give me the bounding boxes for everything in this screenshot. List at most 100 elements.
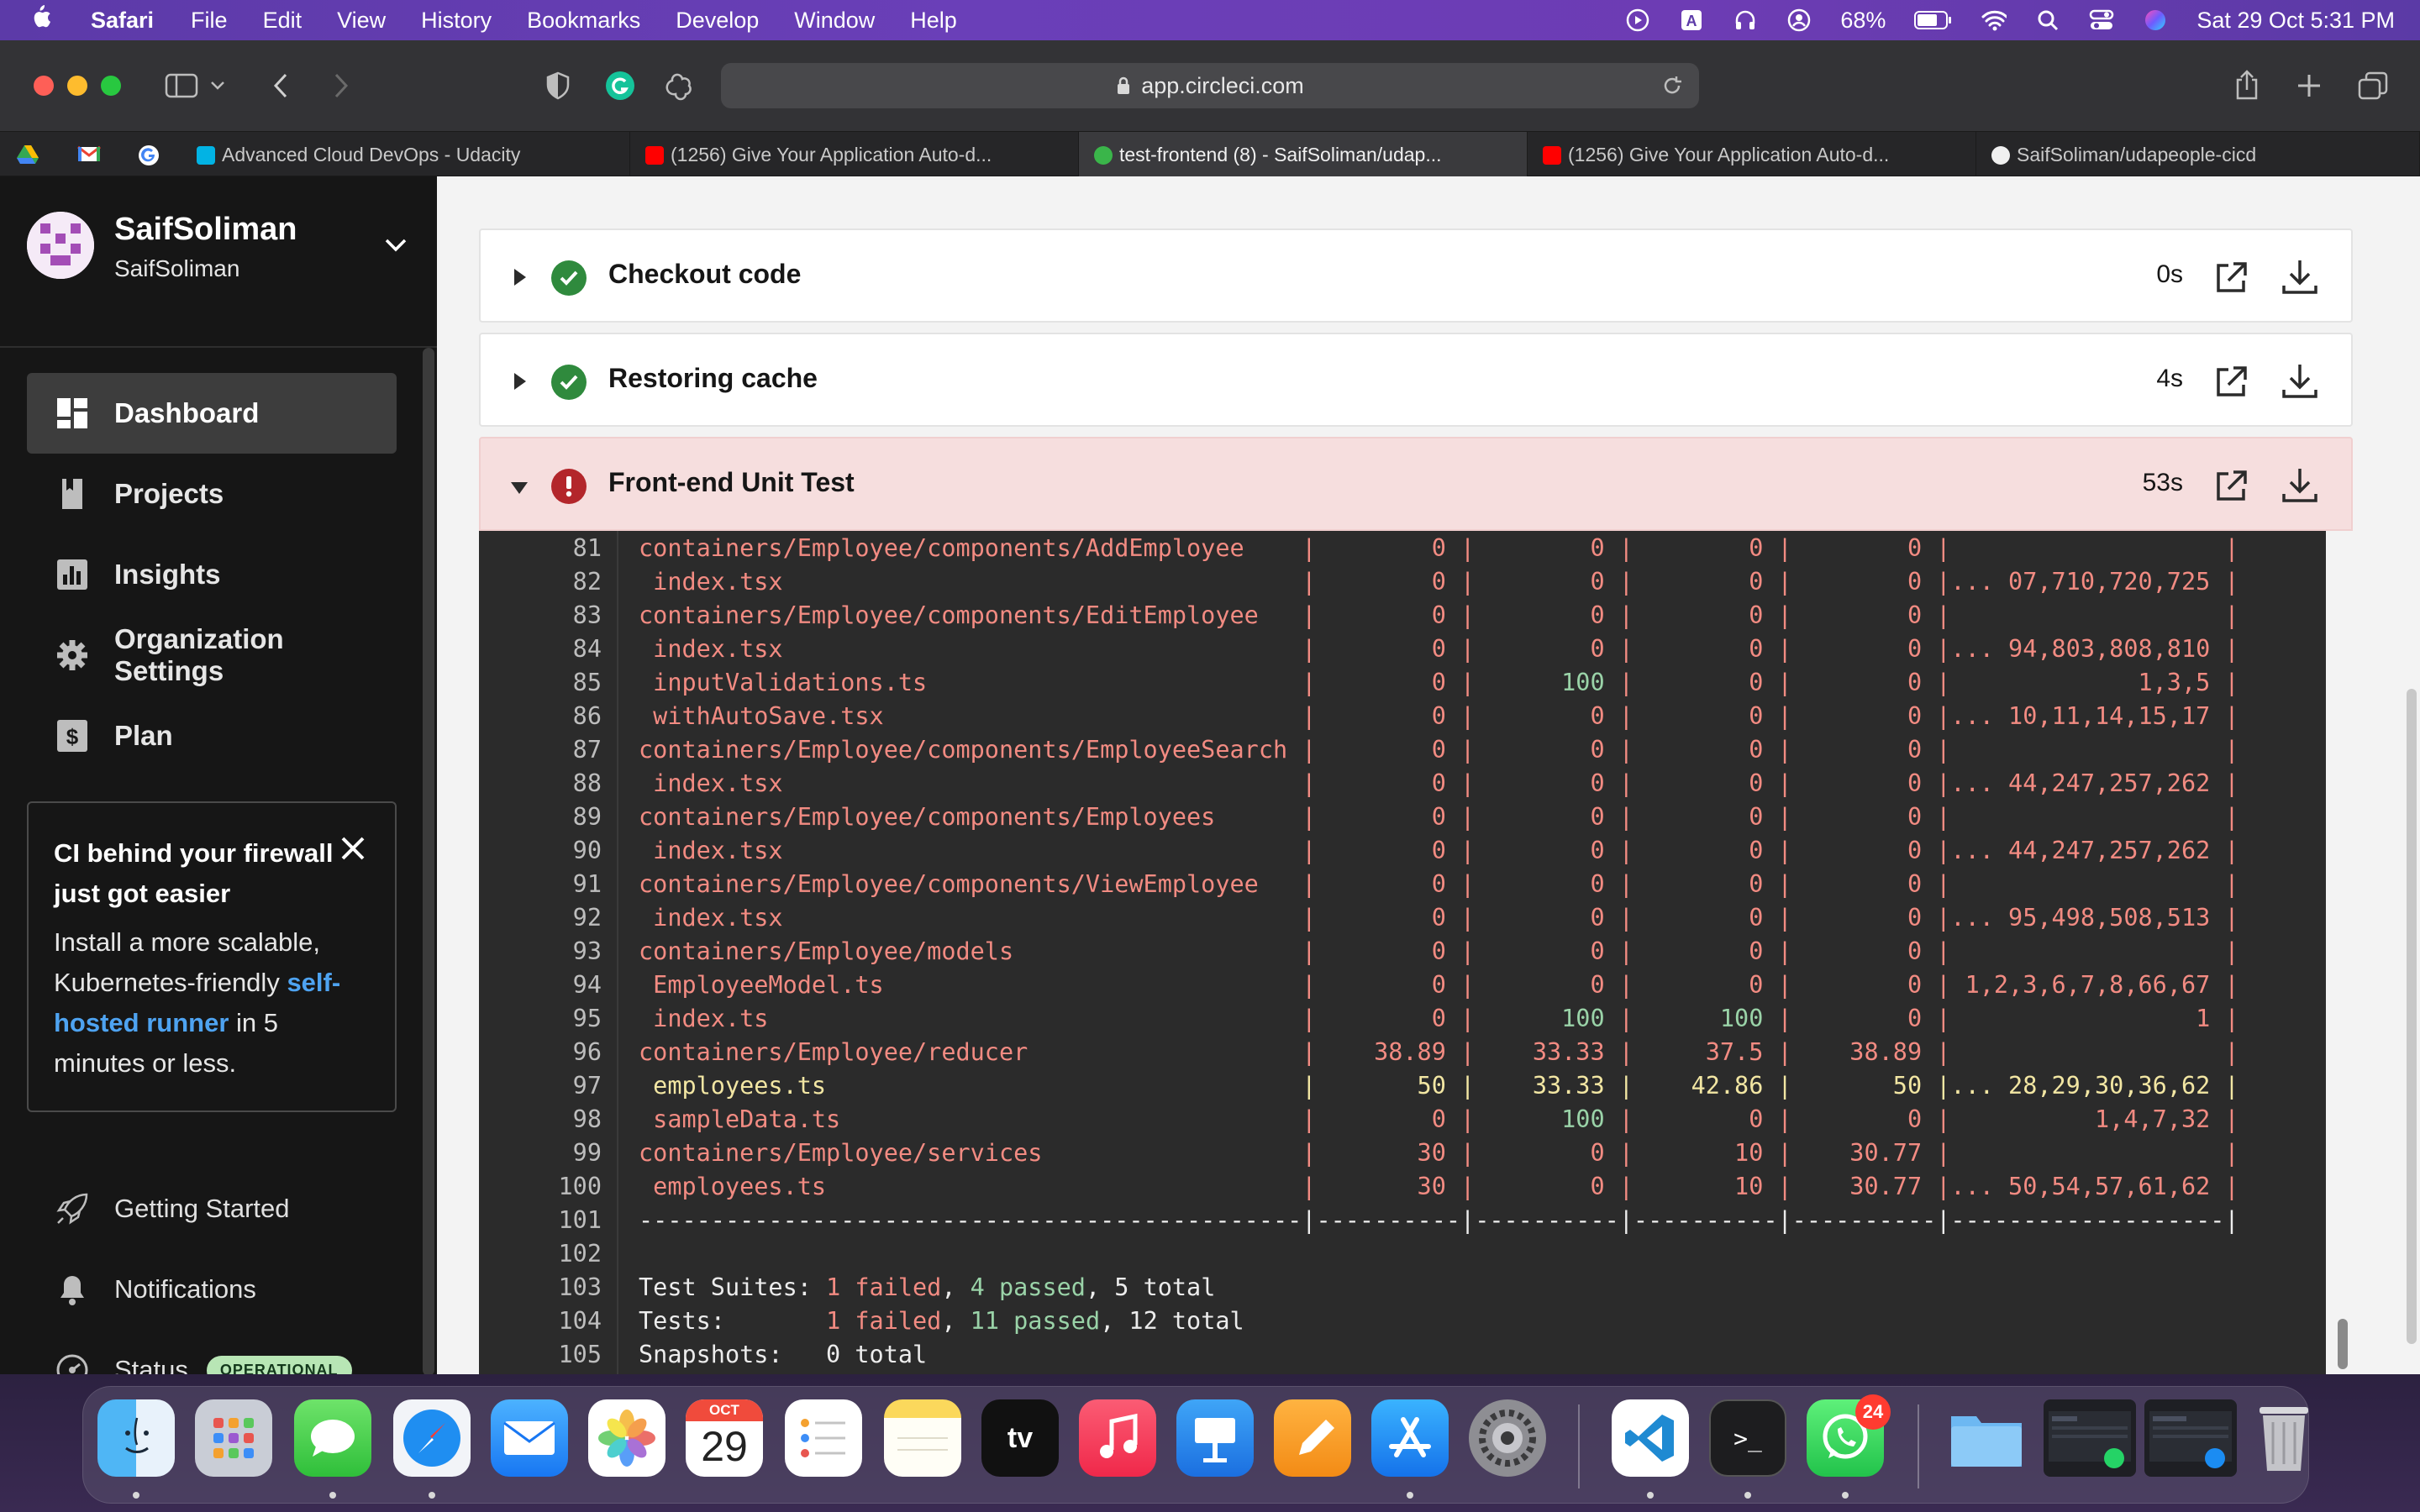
music-icon[interactable] bbox=[1079, 1399, 1156, 1477]
pages-icon[interactable] bbox=[1274, 1399, 1351, 1477]
sidebar-item-dashboard[interactable]: Dashboard bbox=[27, 373, 397, 454]
expand-caret-icon[interactable] bbox=[514, 269, 526, 286]
step-name: Restoring cache bbox=[608, 363, 818, 393]
extension-icon[interactable] bbox=[660, 66, 701, 106]
mail-icon[interactable] bbox=[491, 1399, 568, 1477]
collapse-caret-icon[interactable] bbox=[511, 482, 528, 494]
trash-icon[interactable] bbox=[2245, 1399, 2323, 1477]
sidebar-toggle-icon[interactable] bbox=[161, 66, 202, 106]
back-arrow-icon[interactable] bbox=[260, 66, 301, 106]
open-external-icon[interactable] bbox=[2213, 467, 2250, 504]
close-window-button[interactable] bbox=[34, 76, 54, 96]
play-status-icon[interactable] bbox=[1625, 8, 1650, 33]
step-checkout-code[interactable]: Checkout code 0s bbox=[479, 228, 2353, 323]
sidebar-item-plan[interactable]: $ Plan bbox=[27, 696, 397, 776]
sidebar-item-organization-settings[interactable]: Organization Settings bbox=[27, 615, 397, 696]
sidebar-item-getting-started[interactable]: Getting Started bbox=[27, 1179, 397, 1238]
chevron-down-icon[interactable] bbox=[385, 230, 407, 259]
apple-tv-icon[interactable]: tv bbox=[981, 1399, 1059, 1477]
menu-app-name[interactable]: Safari bbox=[91, 8, 154, 34]
expand-caret-icon[interactable] bbox=[514, 373, 526, 390]
sidebar-item-projects[interactable]: Projects bbox=[27, 454, 397, 534]
terminal-icon[interactable]: >_ bbox=[1709, 1399, 1786, 1477]
tab-youtube-1[interactable]: (1256) Give Your Application Auto-d... bbox=[630, 132, 1079, 177]
line-number: 97 bbox=[572, 1072, 602, 1100]
menu-file[interactable]: File bbox=[191, 8, 228, 34]
calendar-icon[interactable]: OCT 29 bbox=[686, 1399, 763, 1477]
download-icon[interactable] bbox=[2281, 361, 2319, 400]
google-drive-pinned-icon[interactable] bbox=[17, 144, 39, 166]
gmail-pinned-icon[interactable] bbox=[77, 144, 101, 166]
tab-udacity[interactable]: Advanced Cloud DevOps - Udacity bbox=[182, 132, 630, 177]
open-external-icon[interactable] bbox=[2213, 259, 2250, 296]
notes-icon[interactable] bbox=[884, 1399, 961, 1477]
download-icon[interactable] bbox=[2281, 257, 2319, 296]
menu-history[interactable]: History bbox=[421, 8, 492, 34]
menu-view[interactable]: View bbox=[337, 8, 386, 34]
window-thumbnail-appstore[interactable] bbox=[2144, 1399, 2237, 1477]
new-tab-plus-icon[interactable] bbox=[2289, 66, 2329, 106]
reload-icon[interactable] bbox=[1660, 74, 1684, 97]
sidebar-item-insights[interactable]: Insights bbox=[27, 534, 397, 615]
org-switcher[interactable]: SaifSoliman SaifSoliman bbox=[27, 205, 413, 306]
input-source-icon[interactable]: A bbox=[1679, 8, 1704, 33]
user-account-icon[interactable] bbox=[1786, 8, 1812, 33]
share-icon[interactable] bbox=[2227, 66, 2267, 106]
menu-edit[interactable]: Edit bbox=[263, 8, 302, 34]
spotlight-search-icon[interactable] bbox=[2035, 8, 2060, 33]
vscode-icon[interactable] bbox=[1612, 1399, 1689, 1477]
menu-develop[interactable]: Develop bbox=[676, 8, 759, 34]
tab-youtube-2[interactable]: (1256) Give Your Application Auto-d... bbox=[1528, 132, 1976, 177]
menu-window[interactable]: Window bbox=[794, 8, 875, 34]
sidebar-divider bbox=[0, 346, 437, 348]
tab-circleci[interactable]: test-frontend (8) - SaifSoliman/udap... bbox=[1079, 132, 1528, 177]
close-icon[interactable] bbox=[339, 835, 366, 862]
messages-icon[interactable] bbox=[294, 1399, 371, 1477]
log-text: containers/Employee/components/EmployeeS… bbox=[639, 736, 2239, 764]
step-restoring-cache[interactable]: Restoring cache 4s bbox=[479, 333, 2353, 427]
control-center-icon[interactable] bbox=[2089, 8, 2114, 33]
reminders-icon[interactable] bbox=[785, 1399, 862, 1477]
sidebar-item-notifications[interactable]: Notifications bbox=[27, 1260, 397, 1319]
google-pinned-icon[interactable] bbox=[138, 144, 160, 166]
open-external-icon[interactable] bbox=[2213, 363, 2250, 400]
photos-icon[interactable] bbox=[588, 1399, 666, 1477]
whatsapp-badge: 24 bbox=[1855, 1394, 1891, 1430]
system-preferences-icon[interactable] bbox=[1469, 1399, 1546, 1477]
wifi-icon[interactable] bbox=[1981, 8, 2007, 33]
launchpad-icon[interactable] bbox=[195, 1399, 272, 1477]
terminal-scrollbar[interactable] bbox=[2338, 1319, 2348, 1369]
apple-menu-icon[interactable] bbox=[29, 3, 62, 37]
menu-clock[interactable]: Sat 29 Oct 5:31 PM bbox=[2196, 8, 2395, 34]
lock-icon bbox=[1116, 76, 1131, 96]
forward-arrow-icon[interactable] bbox=[321, 66, 361, 106]
safari-window: app.circleci.com Advanced Cloud DevOps -… bbox=[0, 40, 2420, 1386]
battery-icon[interactable] bbox=[1914, 8, 1953, 33]
tab-overview-icon[interactable] bbox=[2353, 66, 2393, 106]
page-scrollbar[interactable] bbox=[2407, 689, 2417, 1344]
tab-github[interactable]: SaifSoliman/udapeople-cicd bbox=[1976, 132, 2420, 177]
menu-bookmarks[interactable]: Bookmarks bbox=[527, 8, 640, 34]
zoom-window-button[interactable] bbox=[101, 76, 121, 96]
sidebar-scrollbar[interactable] bbox=[423, 348, 434, 1376]
line-number: 92 bbox=[572, 904, 602, 932]
window-thumbnail-whatsapp[interactable] bbox=[2044, 1399, 2136, 1477]
chevron-down-icon[interactable] bbox=[205, 66, 230, 106]
siri-icon[interactable] bbox=[2143, 8, 2168, 33]
step-front-end-unit-test[interactable]: Front-end Unit Test 53s bbox=[479, 437, 2353, 531]
grammarly-icon[interactable] bbox=[600, 66, 640, 106]
app-store-icon[interactable] bbox=[1371, 1399, 1449, 1477]
headphones-icon[interactable] bbox=[1733, 8, 1758, 33]
address-bar[interactable]: app.circleci.com bbox=[721, 63, 1699, 108]
minimize-window-button[interactable] bbox=[67, 76, 87, 96]
menu-help[interactable]: Help bbox=[910, 8, 957, 34]
safari-icon[interactable] bbox=[393, 1399, 471, 1477]
keynote-icon[interactable] bbox=[1176, 1399, 1254, 1477]
finder-icon[interactable] bbox=[97, 1399, 175, 1477]
privacy-shield-icon[interactable] bbox=[538, 66, 578, 106]
download-icon[interactable] bbox=[2281, 465, 2319, 504]
dock-separator bbox=[1918, 1404, 1919, 1488]
log-line: 87 containers/Employee/components/Employe… bbox=[479, 736, 2326, 769]
step-output-terminal[interactable]: 81 containers/Employee/components/AddEmpl… bbox=[479, 531, 2326, 1374]
folder-icon[interactable] bbox=[1948, 1399, 2025, 1477]
